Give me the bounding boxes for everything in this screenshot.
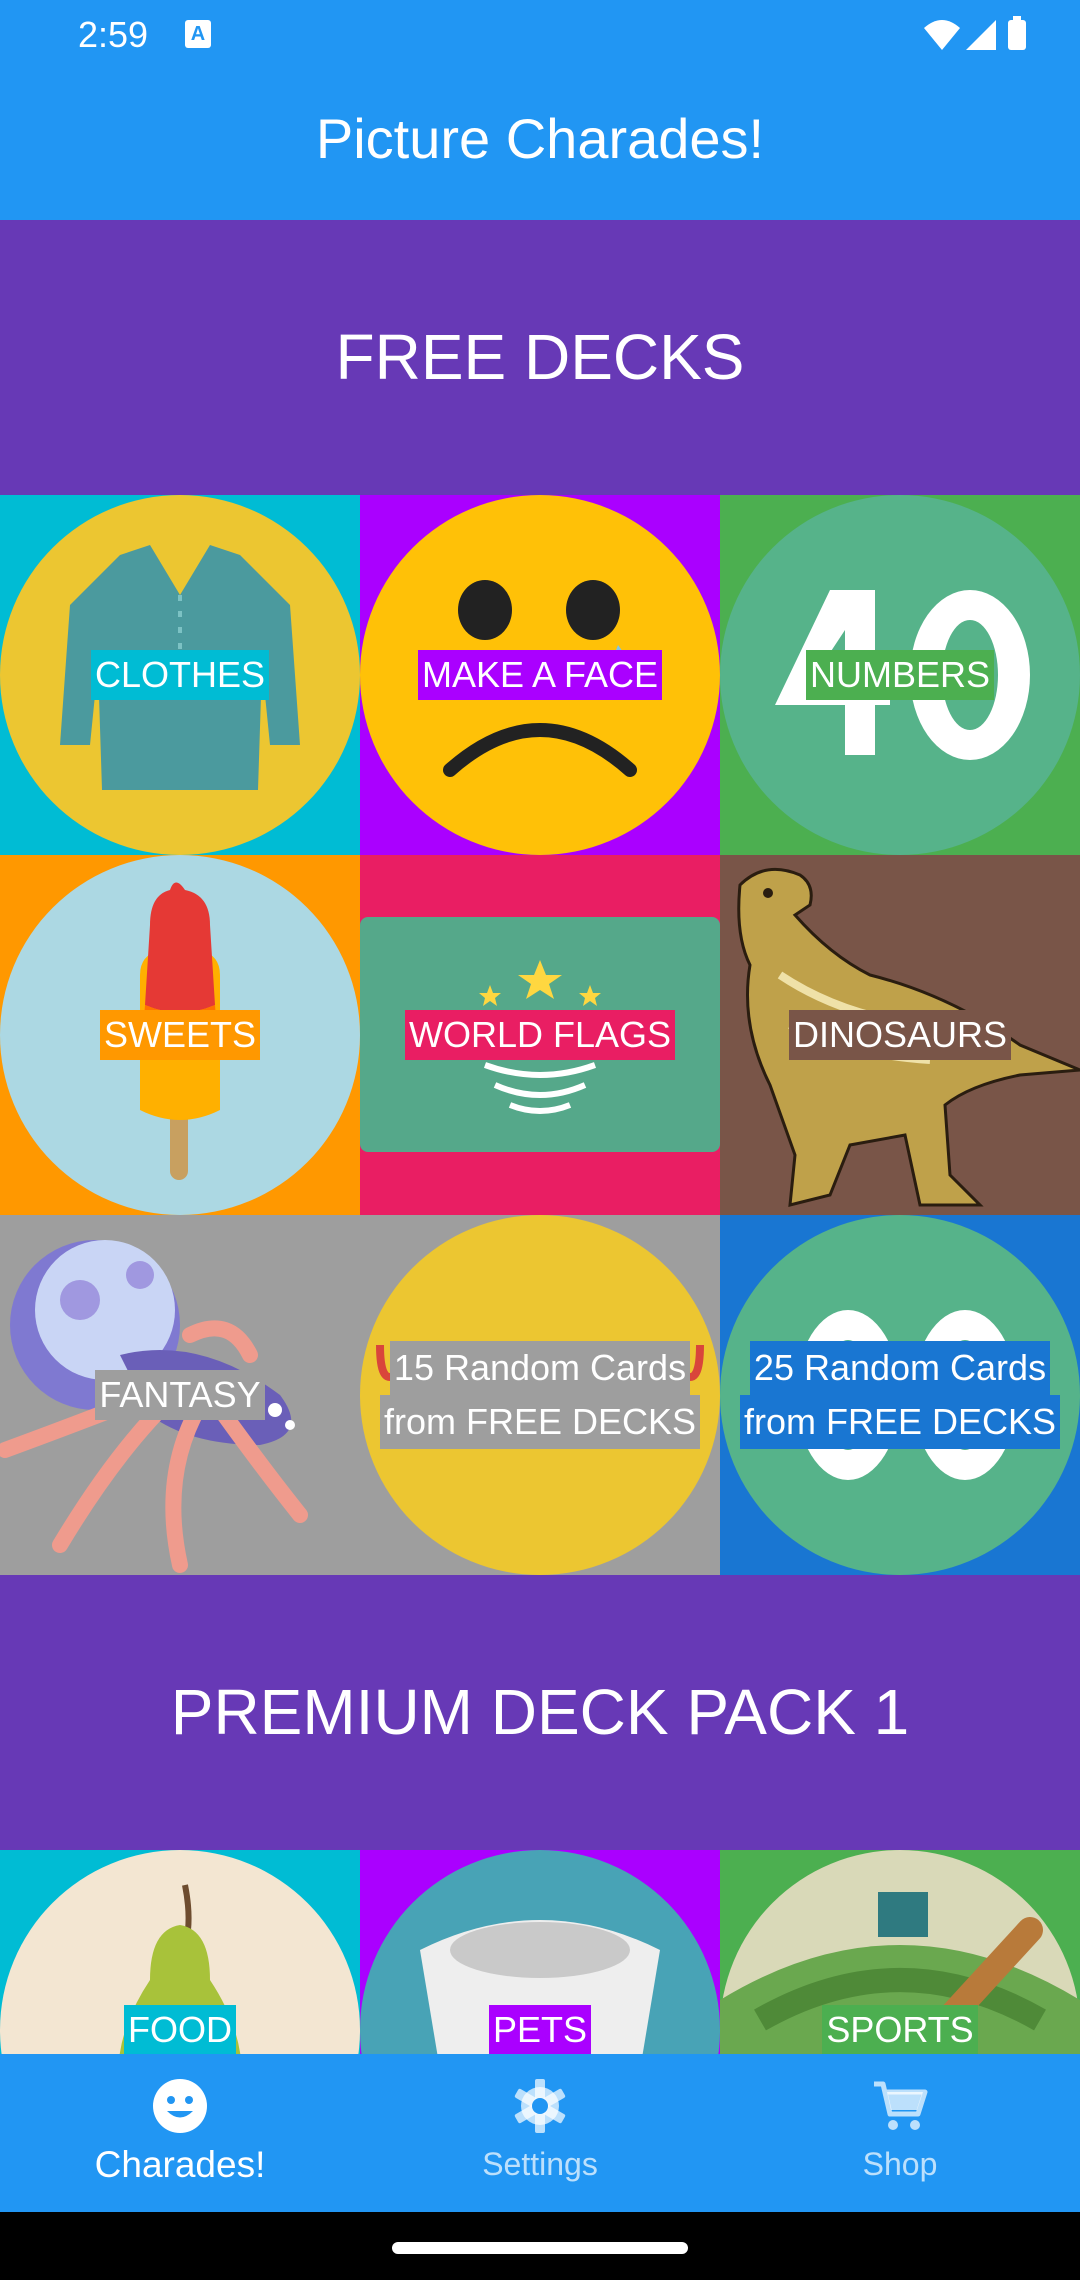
nav-item-charades[interactable]: Charades! — [0, 2054, 360, 2212]
deck-tile-dinosaurs[interactable]: DINOSAURS — [720, 855, 1080, 1215]
deck-tile-fantasy[interactable]: FANTASY — [0, 1215, 360, 1575]
nav-item-shop[interactable]: Shop — [720, 2054, 1080, 2212]
nav-label-charades: Charades! — [94, 2144, 266, 2185]
deck-tile-sweets[interactable]: SWEETS — [0, 855, 360, 1215]
deck-label-line-2: from FREE DECKS — [739, 1395, 1061, 1449]
gear-icon — [514, 2079, 566, 2133]
deck-label: DINOSAURS — [788, 1010, 1012, 1060]
deck-label-line-1: 15 Random Cards — [389, 1341, 691, 1395]
status-bar: 2:59 A — [0, 0, 1080, 72]
deck-tile-random-25[interactable]: 25 Random Cards from FREE DECKS — [720, 1215, 1080, 1575]
deck-tile-make-a-face[interactable]: MAKE A FACE — [360, 495, 720, 855]
bottom-navigation: Charades! Settings Shop — [0, 2054, 1080, 2212]
deck-label: MAKE A FACE — [417, 650, 663, 700]
deck-tile-sports[interactable]: SPORTS — [720, 1850, 1080, 2054]
app-bar: Picture Charades! — [0, 72, 1080, 220]
deck-label: FOOD — [124, 2005, 236, 2054]
signal-icon — [966, 20, 996, 50]
nav-label-shop: Shop — [862, 2146, 938, 2182]
deck-tile-numbers[interactable]: NUMBERS — [720, 495, 1080, 855]
deck-tile-clothes[interactable]: CLOTHES — [0, 495, 360, 855]
deck-label: NUMBERS — [805, 650, 995, 700]
deck-label-line-2: from FREE DECKS — [379, 1395, 701, 1449]
app-title: Picture Charades! — [315, 107, 765, 170]
deck-label: CLOTHES — [90, 650, 270, 700]
deck-label: PETS — [488, 2005, 592, 2054]
home-gesture-handle[interactable] — [392, 2242, 688, 2254]
system-status-icons — [924, 16, 1026, 50]
gesture-navigation-bar — [0, 2212, 1080, 2280]
section-header-free-decks: FREE DECKS — [0, 220, 1080, 495]
deck-label-line-1: 25 Random Cards — [749, 1341, 1051, 1395]
battery-icon — [1008, 20, 1026, 50]
nav-label-settings: Settings — [482, 2146, 598, 2182]
deck-label: WORLD FLAGS — [404, 1010, 676, 1060]
wifi-icon — [924, 20, 960, 50]
premium-deck-grid: FOOD PETS SPORTS — [0, 1850, 1080, 2054]
free-deck-grid: CLOTHES MAKE A FACE NUMBERS SWEETS WORLD… — [0, 495, 1080, 1575]
text-a-icon: A — [185, 20, 211, 48]
status-time: 2:59 — [78, 14, 149, 55]
deck-tile-world-flags[interactable]: WORLD FLAGS — [360, 855, 720, 1215]
deck-list[interactable]: FREE DECKS CLOTHES MAKE A FACE NUMBERS S… — [0, 220, 1080, 2054]
deck-label: SWEETS — [99, 1010, 260, 1060]
shopping-cart-icon — [874, 2081, 928, 2130]
deck-tile-food[interactable]: FOOD — [0, 1850, 360, 2054]
deck-tile-random-15[interactable]: 15 Random Cards from FREE DECKS — [360, 1215, 720, 1575]
nav-item-settings[interactable]: Settings — [360, 2054, 720, 2212]
deck-tile-pets[interactable]: PETS — [360, 1850, 720, 2054]
deck-label: FANTASY — [95, 1370, 265, 1420]
smiley-face-icon — [153, 2079, 207, 2133]
deck-label: SPORTS — [822, 2005, 978, 2054]
section-header-premium-pack-1: PREMIUM DECK PACK 1 — [0, 1575, 1080, 1850]
